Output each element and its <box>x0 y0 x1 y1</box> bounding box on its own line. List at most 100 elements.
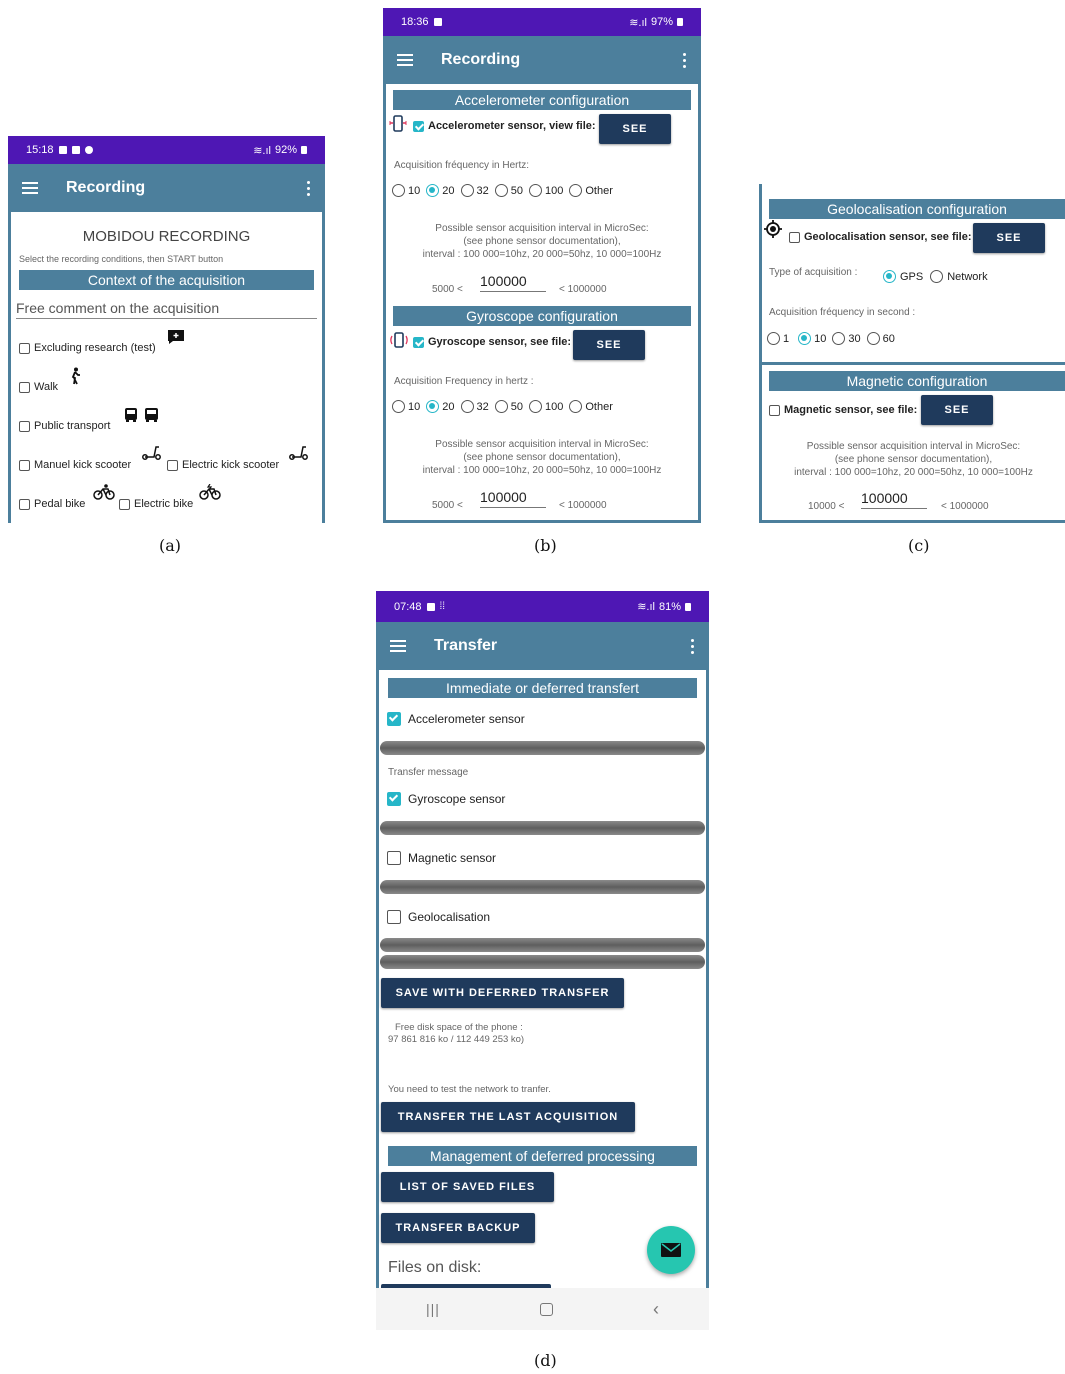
radio-100[interactable] <box>529 400 542 413</box>
interval-info: Possible sensor acquisition interval in … <box>762 440 1065 479</box>
menu-icon[interactable] <box>22 182 38 194</box>
caption-b: (b) <box>534 536 557 555</box>
home-icon[interactable] <box>539 1302 553 1316</box>
save-deferred-transfer-button[interactable]: SAVE WITH DEFERRED TRANSFER <box>381 978 624 1008</box>
bus-icon <box>125 408 158 422</box>
option-pedal-bike[interactable]: Pedal bike <box>19 498 85 510</box>
interval-input[interactable]: 100000 <box>480 273 546 292</box>
radio-32[interactable] <box>460 400 474 413</box>
kick-scooter-icon <box>142 446 161 460</box>
checkbox[interactable] <box>19 381 30 393</box>
radio-60[interactable] <box>866 332 880 345</box>
radio-1[interactable] <box>767 332 780 345</box>
option-electric-bike[interactable]: Electric bike <box>119 498 193 510</box>
interval-max: < 1000000 <box>559 500 607 511</box>
more-options-icon[interactable] <box>691 638 695 654</box>
accelerometer-transfer-toggle[interactable]: Accelerometer sensor <box>387 712 525 726</box>
radio-32[interactable] <box>460 184 474 197</box>
checkbox[interactable] <box>789 231 800 243</box>
info-line: 97 861 816 ko / 112 449 253 ko) <box>388 1034 525 1045</box>
more-options-icon[interactable] <box>307 180 311 196</box>
recent-apps-icon[interactable]: ||| <box>426 1301 440 1317</box>
radio-network[interactable] <box>930 270 944 283</box>
option-walk[interactable]: Walk <box>19 381 58 393</box>
radio-50[interactable] <box>494 400 508 413</box>
checkbox[interactable] <box>413 120 424 132</box>
progress-bar <box>380 821 705 835</box>
notification-icon <box>71 146 80 154</box>
back-icon[interactable]: ‹ <box>653 1299 659 1320</box>
see-geolocalisation-file-button[interactable]: SEE <box>973 223 1045 253</box>
radio-20[interactable] <box>426 184 440 197</box>
email-fab[interactable] <box>647 1226 695 1274</box>
comment-add-icon <box>168 330 184 344</box>
radio-label: Other <box>585 400 613 413</box>
menu-icon[interactable] <box>390 640 406 652</box>
option-excluding-research[interactable]: Excluding research (test) <box>19 342 156 354</box>
battery-level: 81% <box>658 600 681 613</box>
checkbox[interactable] <box>19 420 30 432</box>
radio-gps[interactable] <box>883 270 896 283</box>
radio-30[interactable] <box>832 332 846 345</box>
content-frame: MOBIDOU RECORDING Select the recording c… <box>8 212 325 523</box>
radio-100[interactable] <box>529 184 542 197</box>
option-electric-kick-scooter[interactable]: Electric kick scooter <box>167 459 279 471</box>
geolocalisation-transfer-toggle[interactable]: Geolocalisation <box>387 910 490 924</box>
status-time: 18:36 <box>401 16 429 28</box>
option-label: Excluding research (test) <box>34 342 156 354</box>
battery-icon <box>301 146 307 154</box>
more-options-icon[interactable] <box>683 52 687 68</box>
interval-input[interactable]: 100000 <box>480 489 546 508</box>
checkbox[interactable] <box>19 459 30 471</box>
magnetic-transfer-toggle[interactable]: Magnetic sensor <box>387 851 496 865</box>
frequency-label: Acquisition Frequency in hertz : <box>394 376 534 387</box>
accelerometer-sensor-toggle[interactable]: Accelerometer sensor, view file: <box>413 120 596 132</box>
checkbox[interactable] <box>387 712 401 726</box>
checkbox[interactable] <box>19 498 30 510</box>
see-gyroscope-file-button[interactable]: SEE <box>573 330 645 360</box>
gyroscope-sensor-toggle[interactable]: Gyroscope sensor, see file: <box>413 336 571 348</box>
radio-label: 100 <box>545 184 564 197</box>
radio-other[interactable] <box>569 400 583 413</box>
checkbox[interactable] <box>387 792 401 806</box>
battery-icon <box>685 602 691 611</box>
list-saved-files-button[interactable]: LIST OF SAVED FILES <box>381 1172 554 1202</box>
comment-input[interactable]: Free comment on the acquisition <box>16 300 317 319</box>
transfer-backup-button[interactable]: TRANSFER BACKUP <box>381 1213 535 1243</box>
wifi-signal-icon: ≋.ıl <box>637 601 655 613</box>
checkbox[interactable] <box>769 404 780 416</box>
transfer-last-acquisition-button[interactable]: TRANSFER THE LAST ACQUISITION <box>381 1102 635 1132</box>
checkbox[interactable] <box>119 498 130 510</box>
progress-bar <box>380 955 705 969</box>
checkbox[interactable] <box>19 342 30 354</box>
geolocalisation-sensor-toggle[interactable]: Geolocalisation sensor, see file: <box>789 231 972 243</box>
checkbox[interactable] <box>413 336 424 348</box>
magnetic-sensor-toggle[interactable]: Magnetic sensor, see file: <box>769 404 917 416</box>
radio-other[interactable] <box>569 184 583 197</box>
option-public-transport[interactable]: Public transport <box>19 420 110 432</box>
see-accelerometer-file-button[interactable]: SEE <box>599 114 671 144</box>
interval-input[interactable]: 100000 <box>861 490 927 509</box>
app-toolbar: Recording <box>383 36 701 84</box>
radio-50[interactable] <box>494 184 508 197</box>
gyroscope-transfer-toggle[interactable]: Gyroscope sensor <box>387 792 505 806</box>
screen-a: 15:18 ≋.ıl 92% Recording MOBIDOU RECORDIN… <box>8 136 325 523</box>
checkbox[interactable] <box>387 910 401 924</box>
checkbox[interactable] <box>387 851 401 865</box>
radio-10[interactable] <box>798 332 812 345</box>
info-line: interval : 100 000=10hz, 20 000=50hz, 10… <box>422 249 662 260</box>
radio-10[interactable] <box>392 400 405 413</box>
notification-icon <box>426 602 435 611</box>
see-magnetic-file-button[interactable]: SEE <box>921 395 993 425</box>
hint-text: Select the recording conditions, then ST… <box>19 254 224 264</box>
screen-d: 07:48 ⁞⁞ ≋.ıl 81% Transfer Immediate or de… <box>376 591 709 1330</box>
section-accelerometer: Accelerometer configuration <box>393 90 691 110</box>
option-manual-kick-scooter[interactable]: Manuel kick scooter <box>19 459 131 471</box>
radio-label: 20 <box>442 400 455 413</box>
menu-icon[interactable] <box>397 54 413 66</box>
checkbox[interactable] <box>167 459 178 471</box>
radio-10[interactable] <box>392 184 405 197</box>
section-magnetic: Magnetic configuration <box>769 371 1065 391</box>
radio-20[interactable] <box>426 400 440 413</box>
frequency-label: Acquisition fréquency in second : <box>769 307 916 318</box>
